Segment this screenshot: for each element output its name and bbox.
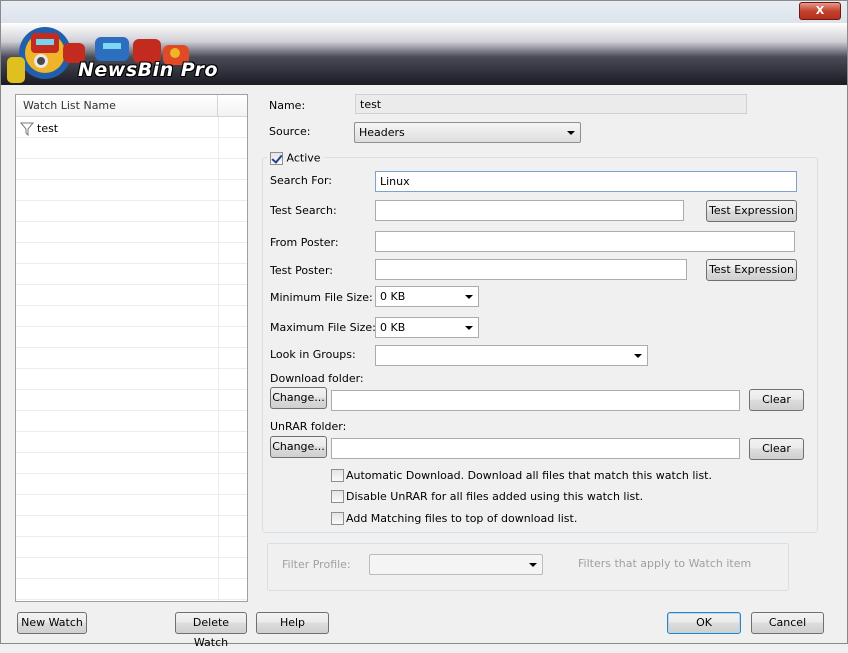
filter-icon bbox=[20, 122, 34, 136]
auto-download-label: Automatic Download. Download all files t… bbox=[346, 469, 712, 482]
new-watch-button[interactable]: New Watch bbox=[17, 612, 87, 634]
active-checkbox[interactable] bbox=[270, 151, 283, 165]
auto-download-checkbox[interactable] bbox=[331, 469, 344, 482]
help-button[interactable]: Help bbox=[256, 612, 329, 634]
from-poster-input[interactable] bbox=[375, 231, 795, 252]
list-column-divider bbox=[218, 117, 219, 601]
chevron-down-icon bbox=[465, 295, 473, 299]
source-label: Source: bbox=[269, 125, 311, 138]
download-folder-change-button[interactable]: Change... bbox=[270, 387, 327, 409]
name-field[interactable]: test bbox=[355, 94, 747, 114]
banner: NewsBin Pro bbox=[1, 23, 847, 85]
download-folder-label: Download folder: bbox=[270, 372, 364, 385]
unrar-folder-label: UnRAR folder: bbox=[270, 420, 347, 433]
name-label: Name: bbox=[269, 99, 306, 112]
test-poster-input[interactable] bbox=[375, 259, 687, 280]
test-search-input[interactable] bbox=[375, 200, 684, 221]
cancel-button[interactable]: Cancel bbox=[751, 612, 824, 634]
unrar-folder-input[interactable] bbox=[331, 438, 740, 459]
active-checkbox-row[interactable]: Active bbox=[267, 151, 324, 167]
min-file-size-value: 0 KB bbox=[380, 290, 406, 303]
max-file-size-label: Maximum File Size: bbox=[270, 321, 376, 334]
chevron-down-icon bbox=[529, 563, 537, 567]
unrar-folder-clear-button[interactable]: Clear bbox=[749, 438, 804, 460]
chevron-down-icon bbox=[634, 354, 642, 358]
look-in-groups-dropdown[interactable] bbox=[375, 345, 648, 366]
unrar-folder-change-button[interactable]: Change... bbox=[270, 436, 327, 458]
column-header-watch-list-name[interactable]: Watch List Name bbox=[16, 95, 218, 117]
watch-list-panel[interactable]: Watch List Name test bbox=[15, 94, 248, 602]
filter-hint: Filters that apply to Watch item bbox=[578, 557, 752, 570]
from-poster-label: From Poster: bbox=[270, 236, 339, 249]
search-for-input[interactable]: Linux bbox=[375, 171, 797, 192]
search-for-label: Search For: bbox=[270, 174, 332, 187]
list-item-label: test bbox=[37, 122, 59, 135]
disable-unrar-checkbox[interactable] bbox=[331, 490, 344, 503]
chevron-down-icon bbox=[465, 326, 473, 330]
test-search-label: Test Search: bbox=[270, 204, 337, 217]
look-in-groups-label: Look in Groups: bbox=[270, 348, 356, 361]
test-expression-search-button[interactable]: Test Expression bbox=[706, 200, 797, 222]
min-file-size-label: Minimum File Size: bbox=[270, 291, 373, 304]
add-top-checkbox[interactable] bbox=[331, 512, 344, 525]
disable-unrar-label: Disable UnRAR for all files added using … bbox=[346, 490, 644, 503]
title-bar: X bbox=[1, 1, 847, 23]
max-file-size-value: 0 KB bbox=[380, 321, 406, 334]
close-button[interactable]: X bbox=[799, 2, 841, 20]
list-item[interactable]: test bbox=[20, 121, 58, 137]
add-top-label: Add Matching files to top of download li… bbox=[346, 512, 578, 525]
source-value: Headers bbox=[359, 126, 405, 139]
delete-watch-button[interactable]: Delete Watch bbox=[175, 612, 247, 649]
ok-button[interactable]: OK bbox=[667, 612, 741, 634]
filter-profile-label: Filter Profile: bbox=[282, 558, 351, 571]
watch-list-header[interactable]: Watch List Name bbox=[16, 95, 247, 117]
test-poster-label: Test Poster: bbox=[270, 264, 333, 277]
active-label: Active bbox=[286, 151, 321, 165]
filter-profile-dropdown[interactable] bbox=[369, 554, 543, 575]
watch-list-dialog: X NewsBin Pro Watch List Name test Name:… bbox=[0, 0, 848, 649]
download-folder-clear-button[interactable]: Clear bbox=[749, 389, 804, 411]
chevron-down-icon bbox=[567, 131, 575, 135]
download-folder-input[interactable] bbox=[331, 390, 740, 411]
list-grid bbox=[16, 117, 247, 601]
min-file-size-dropdown[interactable]: 0 KB bbox=[375, 286, 479, 307]
max-file-size-dropdown[interactable]: 0 KB bbox=[375, 317, 479, 338]
app-logo-text: NewsBin Pro bbox=[78, 59, 219, 81]
source-dropdown[interactable]: Headers bbox=[354, 122, 581, 143]
test-expression-poster-button[interactable]: Test Expression bbox=[706, 259, 797, 281]
